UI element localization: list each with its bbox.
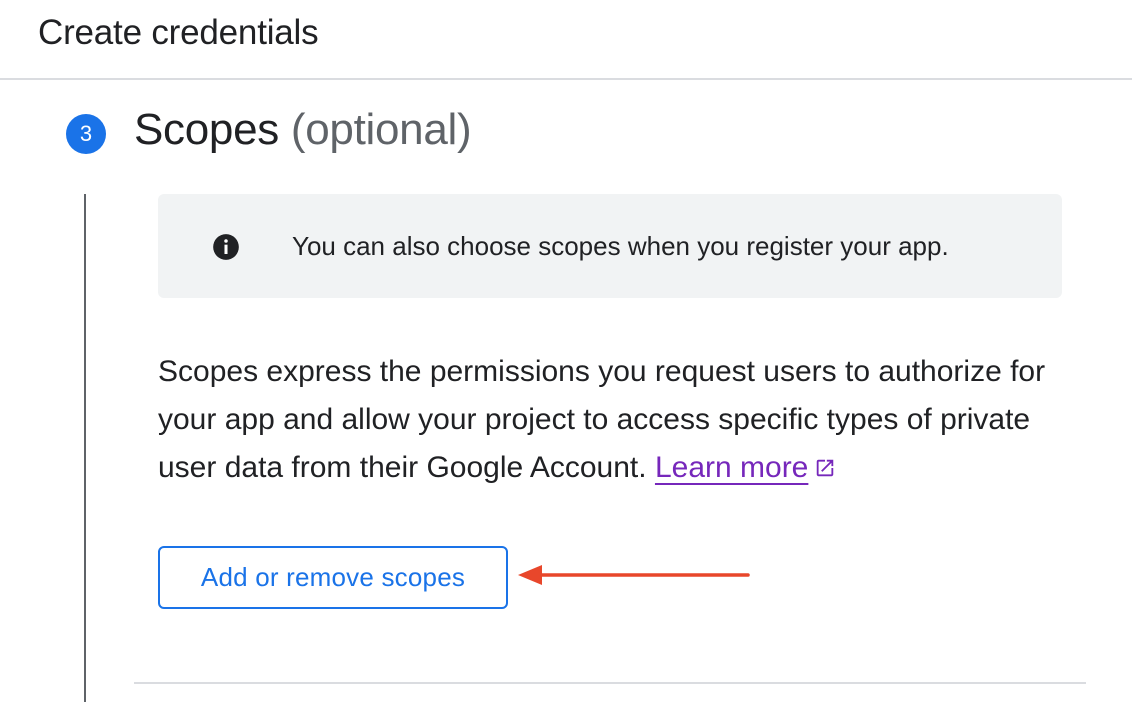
scopes-description-text: Scopes express the permissions you reque… [158,355,1046,484]
step-number-badge: 3 [66,114,106,154]
scopes-description: Scopes express the permissions you reque… [158,348,1078,492]
add-or-remove-scopes-button[interactable]: Add or remove scopes [158,546,508,609]
page-title: Create credentials [38,13,319,52]
learn-more-link[interactable]: Learn more [655,451,808,484]
step-title-label: Scopes [134,105,279,154]
page-header: Create credentials [0,0,1132,80]
step-connector-line [84,194,86,702]
info-banner-text: You can also choose scopes when you regi… [292,231,949,261]
step-title-optional: (optional) [290,105,472,154]
info-banner: You can also choose scopes when you regi… [158,194,1062,298]
info-icon [213,234,239,260]
section-divider [134,682,1086,684]
external-link-icon[interactable] [814,457,836,479]
annotation-arrow [518,565,750,585]
step-title: Scopes (optional) [134,102,472,158]
